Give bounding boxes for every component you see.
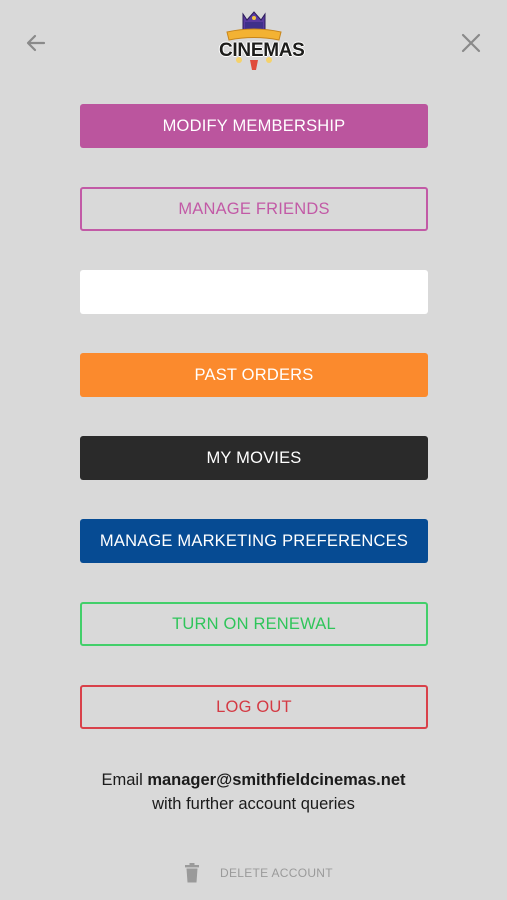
account-queries-info: Email manager@smithfieldcinemas.net with… [0,768,507,816]
close-button[interactable] [455,27,487,59]
logo-main-text: CINEMAS [219,40,305,61]
arrow-left-icon [26,34,46,52]
info-prefix: Email [101,771,148,789]
back-button[interactable] [20,27,52,59]
close-icon [461,33,481,53]
logo-wordmark: CINEMAS [219,40,305,62]
top-bar: CINEMAS [0,0,507,84]
delete-account-button[interactable]: DELETE ACCOUNT [184,860,333,886]
account-screen: CINEMAS MODIFY MEMBERSHIP MANAGE FRIENDS… [0,0,507,900]
cinema-logo: CINEMAS [219,10,305,72]
delete-account-label: DELETE ACCOUNT [220,866,333,880]
modify-membership-button[interactable]: MODIFY MEMBERSHIP [80,104,428,148]
trash-icon [185,863,199,883]
manage-marketing-preferences-button[interactable]: MANAGE MARKETING PREFERENCES [80,519,428,563]
info-line-2: with further account queries [152,795,355,813]
manage-friends-button[interactable]: MANAGE FRIENDS [80,187,428,231]
info-line-1: Email manager@smithfieldcinemas.net [0,768,507,792]
support-email-link[interactable]: manager@smithfieldcinemas.net [147,771,405,789]
turn-on-renewal-button[interactable]: TURN ON RENEWAL [80,602,428,646]
log-out-button[interactable]: LOG OUT [80,685,428,729]
blank-button[interactable] [80,270,428,314]
my-movies-button[interactable]: MY MOVIES [80,436,428,480]
past-orders-button[interactable]: PAST ORDERS [80,353,428,397]
